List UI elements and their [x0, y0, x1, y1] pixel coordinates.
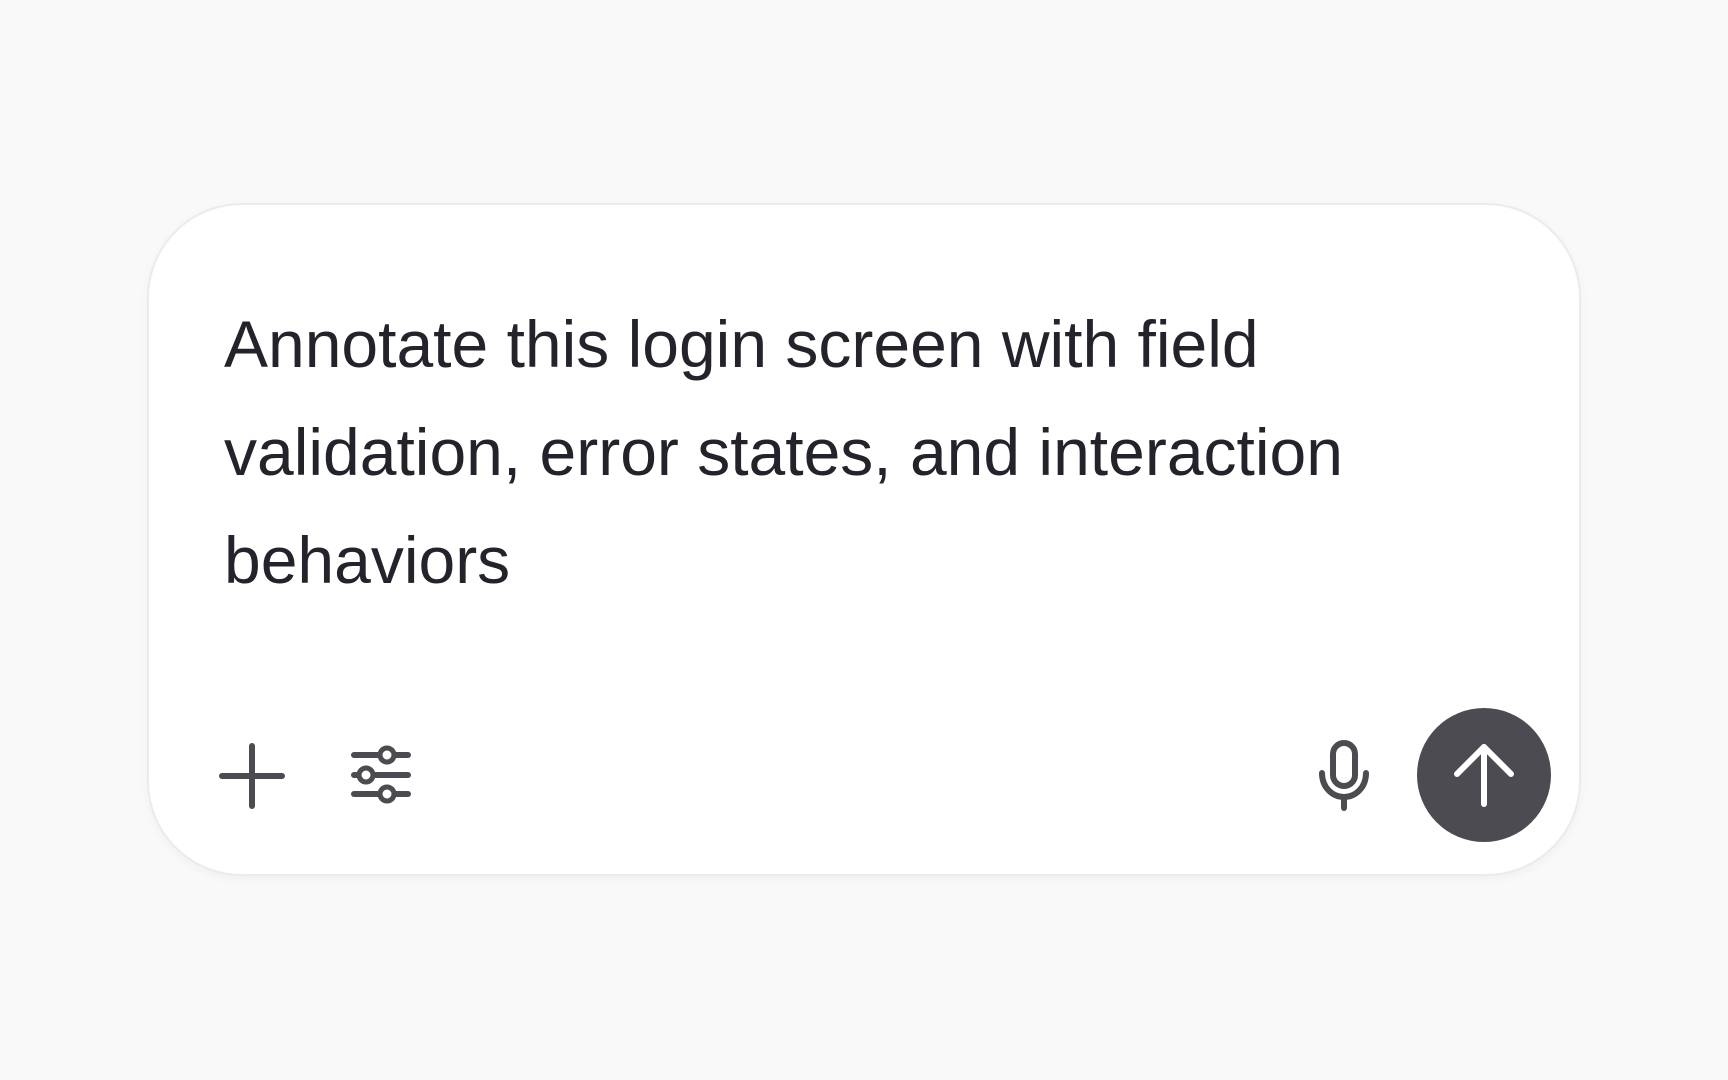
- composer-toolbar: [149, 708, 1579, 842]
- send-button[interactable]: [1417, 708, 1551, 842]
- arrow-up-icon: [1449, 740, 1519, 810]
- plus-icon: [216, 740, 288, 812]
- add-attachment-button[interactable]: [216, 740, 288, 812]
- sliders-icon: [346, 740, 418, 812]
- prompt-composer[interactable]: Annotate this login screen with field va…: [147, 203, 1581, 876]
- microphone-button[interactable]: [1304, 735, 1384, 815]
- microphone-icon: [1304, 735, 1384, 815]
- settings-button[interactable]: [346, 740, 418, 812]
- prompt-text[interactable]: Annotate this login screen with field va…: [224, 290, 1484, 614]
